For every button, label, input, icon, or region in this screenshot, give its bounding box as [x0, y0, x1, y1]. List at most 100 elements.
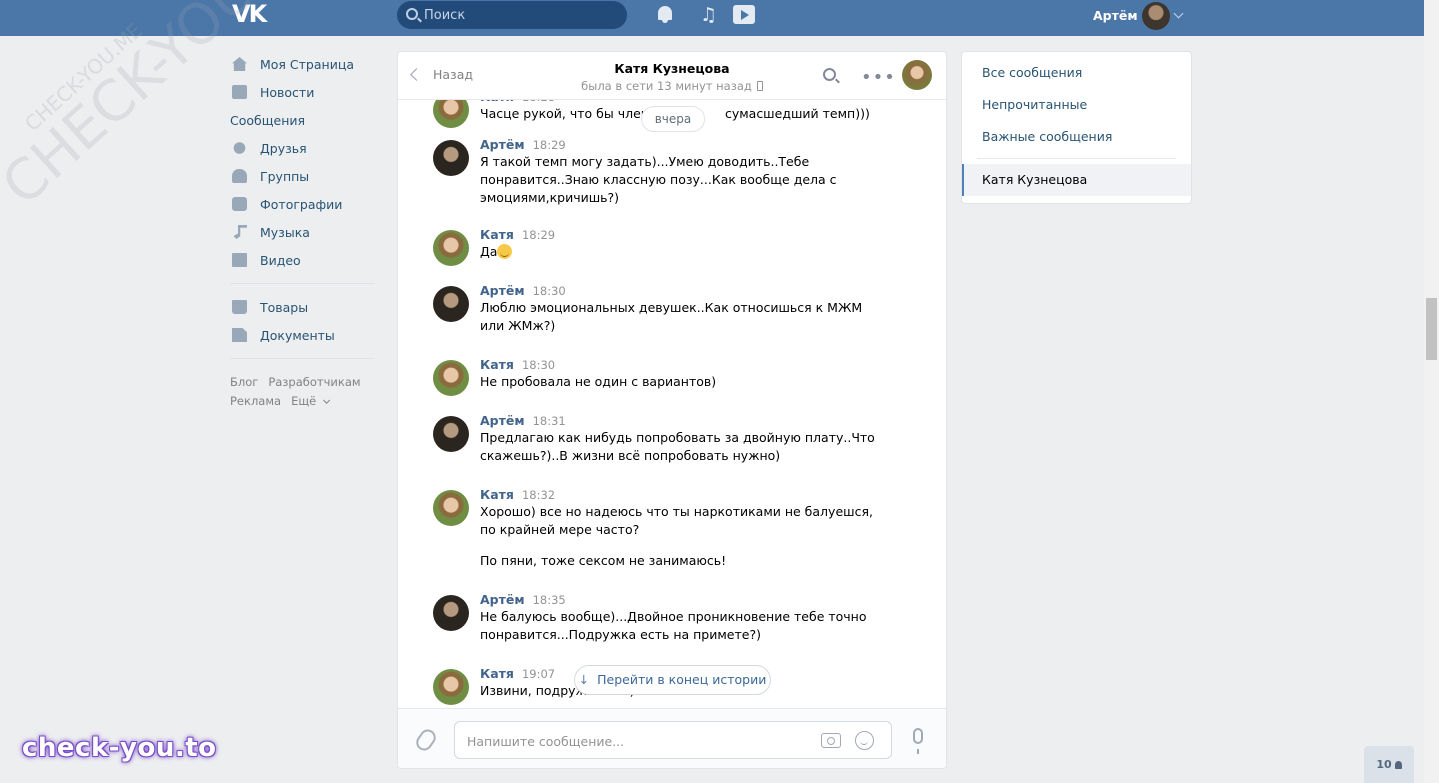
sidebar-item-video[interactable]: Видео [230, 246, 380, 274]
sidebar-item-label: Документы [260, 327, 335, 343]
message-time: 18:30 [532, 284, 566, 298]
footer-link-more[interactable]: Ещё [291, 394, 327, 408]
sidebar-item-documents[interactable]: Документы [230, 321, 380, 349]
friends-icon [233, 142, 246, 154]
search-input[interactable] [424, 5, 614, 25]
message-list[interactable]: Катя18:28 Часце рукой, что бы членсумасш… [398, 92, 946, 708]
search-icon[interactable] [823, 68, 836, 81]
message-time: 18:29 [521, 228, 556, 242]
filter-all-messages[interactable]: Все сообщения [962, 57, 1191, 89]
message-composer [398, 708, 946, 768]
message-author[interactable]: Артём [480, 283, 525, 298]
message-time: 19:07 [521, 667, 556, 681]
sidebar-item-label: Сообщения [230, 112, 306, 128]
message: Артём 18:29 Я такой темп могу задать)...У… [398, 137, 946, 227]
camera-icon[interactable] [821, 733, 841, 748]
message-line: сумасшедший темп))) [724, 106, 870, 121]
video-icon [232, 253, 247, 267]
sidebar-item-friends[interactable]: Друзья [230, 134, 380, 162]
sidebar-item-messages[interactable]: Сообщения [230, 106, 644, 169]
message-text: По пяни, тоже сексом не занимаюсь! [480, 553, 727, 568]
message-line: Часце рукой, что бы член [480, 106, 649, 121]
groups-icon [232, 169, 247, 183]
attach-icon[interactable] [413, 726, 439, 754]
message-line: Да [480, 244, 498, 259]
avatar[interactable] [433, 669, 469, 705]
arrow-down-icon: ↓ [578, 672, 590, 687]
smile-emoji-icon [497, 244, 513, 259]
avatar[interactable] [433, 490, 469, 526]
sidebar-item-my-page[interactable]: Моя Страница [230, 50, 380, 78]
message-author[interactable]: Артём [480, 137, 525, 152]
filter-important[interactable]: Важные сообщения [962, 121, 1191, 153]
chevron-down-icon[interactable] [1173, 8, 1184, 19]
news-icon [232, 85, 247, 99]
avatar[interactable] [433, 140, 469, 176]
avatar[interactable] [433, 230, 469, 266]
sidebar-item-label: Видео [260, 252, 301, 268]
sidebar-item-market[interactable]: Товары [230, 293, 380, 321]
message-text: Люблю эмоциональных девушек..Как относиш… [480, 300, 863, 333]
chat-panel: Назад Катя Кузнецова была в сети 13 мину… [397, 51, 947, 769]
market-icon [232, 300, 247, 314]
sidebar-item-music[interactable]: Музыка [230, 218, 380, 246]
message-author[interactable]: Катя [480, 666, 514, 681]
message-text: Предлагаю как нибудь попробовать за двой… [480, 430, 875, 463]
footer-link-ads[interactable]: Реклама [230, 394, 281, 408]
sidebar-item-photos[interactable]: Фотографии [230, 190, 380, 218]
sidebar-item-label: Моя Страница [260, 56, 354, 72]
message-author[interactable]: Катя [480, 227, 514, 242]
sidebar-item-label: Музыка [260, 224, 310, 240]
avatar[interactable] [433, 360, 469, 396]
footer-link-developers[interactable]: Разработчикам [268, 375, 360, 389]
message-time: 18:29 [532, 138, 566, 152]
brand-watermark: check-you.to [22, 733, 217, 763]
microphone-icon[interactable] [913, 728, 923, 754]
header-avatar[interactable] [1142, 2, 1170, 30]
message-text: Не балуюсь вообще)...Двойное проникновен… [480, 609, 867, 642]
avatar[interactable] [433, 416, 469, 452]
music-note-icon[interactable]: ♫ [700, 4, 722, 26]
sidebar-footer: Блог Разработчикам Реклама Ещё [230, 373, 380, 411]
jump-to-end-button[interactable]: ↓ Перейти в конец истории [574, 665, 771, 695]
avatar[interactable] [433, 286, 469, 322]
sidebar-item-news[interactable]: Новости [230, 78, 380, 106]
sidebar-item-label: Друзья [260, 140, 307, 156]
filter-divider [977, 158, 1176, 159]
message-text: Не пробовала не один с вариантов) [480, 374, 717, 389]
avatar[interactable] [433, 595, 469, 631]
sidebar-divider [230, 283, 375, 284]
active-dialog-item[interactable]: Катя Кузнецова [962, 164, 1191, 196]
scrollbar-thumb[interactable] [1426, 298, 1437, 360]
message-author[interactable]: Катя [480, 487, 514, 502]
message-input[interactable] [467, 731, 807, 751]
header-user-name[interactable]: Артём [1093, 8, 1138, 23]
sidebar-item-groups[interactable]: Группы [230, 162, 380, 190]
emoji-icon[interactable] [855, 731, 874, 750]
message-author[interactable]: Артём [480, 592, 525, 607]
message-text: Да [480, 243, 886, 261]
filter-unread[interactable]: Непрочитанные [962, 89, 1191, 121]
message-time: 18:32 [521, 488, 556, 502]
play-video-icon[interactable] [733, 5, 755, 24]
music-icon [233, 225, 247, 239]
notifications-bell-icon[interactable] [655, 4, 677, 26]
message-input-box[interactable] [454, 721, 892, 759]
footer-link-blog[interactable]: Блог [230, 375, 258, 389]
photos-icon [232, 197, 247, 211]
page-scrollbar[interactable] [1424, 0, 1439, 783]
chat-header: Назад Катя Кузнецова была в сети 13 мину… [398, 52, 946, 100]
peer-avatar[interactable] [902, 60, 932, 90]
sidebar-item-label: Группы [260, 168, 310, 184]
more-icon[interactable]: ••• [861, 67, 896, 88]
message-text: Я такой темп могу задать)...Умею доводит… [480, 154, 837, 205]
online-friends-badge[interactable]: 10 [1364, 746, 1414, 783]
message: Катя 18:29 Да [398, 227, 946, 283]
left-sidebar: Моя Страница Новости Сообщения Друзья Гр… [230, 50, 644, 411]
search-box[interactable] [397, 1, 627, 29]
online-count: 10 [1376, 758, 1392, 771]
message-author[interactable]: Катя [480, 357, 514, 372]
sidebar-item-label: Фотографии [260, 196, 343, 212]
message-time: 18:31 [532, 414, 566, 428]
message-author[interactable]: Артём [480, 413, 525, 428]
